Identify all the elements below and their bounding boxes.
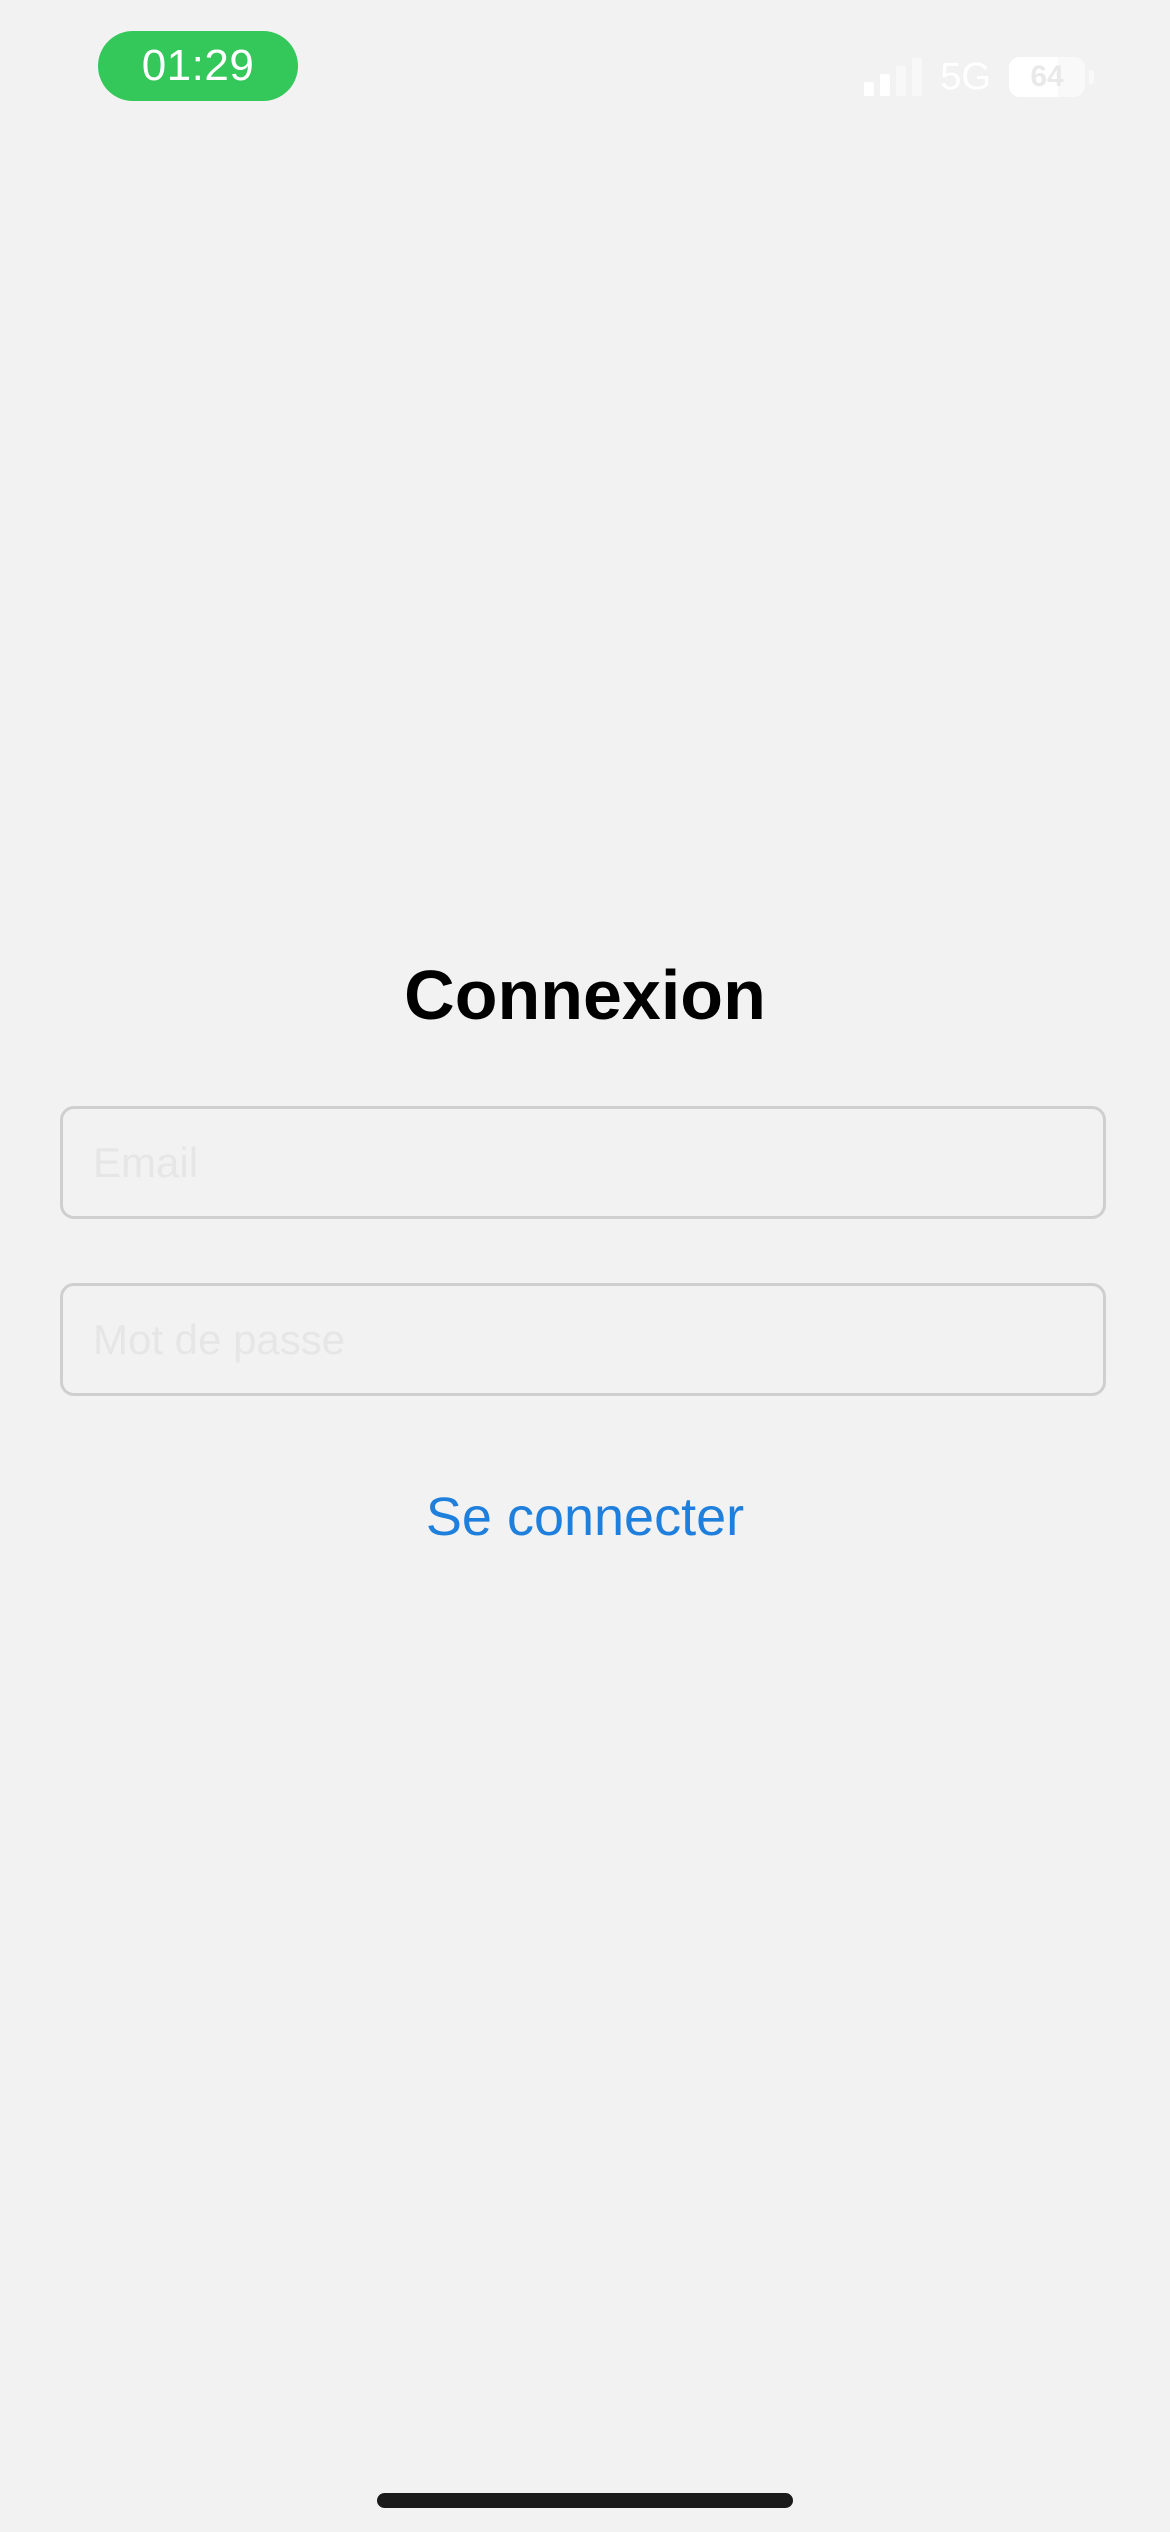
home-indicator[interactable] (377, 2493, 793, 2508)
network-type: 5G (940, 55, 991, 98)
signal-bar (880, 74, 891, 96)
battery-icon: 64 (1009, 57, 1085, 97)
password-field[interactable] (60, 1283, 1106, 1396)
status-bar: 01:29 5G 64 (0, 0, 1170, 140)
email-field[interactable] (60, 1106, 1106, 1219)
battery-level: 64 (1030, 60, 1064, 93)
status-time: 01:29 (98, 31, 298, 101)
signal-bar (896, 66, 907, 96)
page-title: Connexion (404, 956, 766, 1034)
cellular-signal-icon (864, 58, 923, 96)
status-indicators: 5G 64 (864, 52, 1094, 102)
signal-bar (912, 58, 923, 96)
signal-bar (864, 82, 875, 96)
login-button[interactable]: Se connecter (0, 1477, 1170, 1557)
battery-cap (1089, 70, 1094, 84)
